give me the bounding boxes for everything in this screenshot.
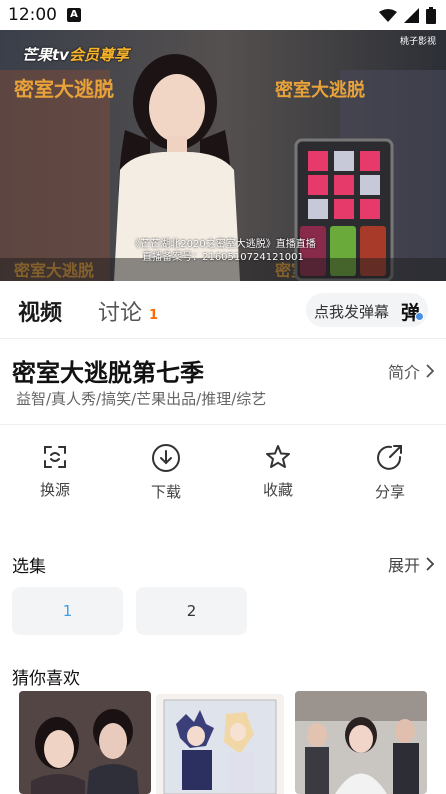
content-tabs: 视频 讨论 1 点我发弹幕 弹 [0, 281, 446, 339]
logo-suffix: 会员尊享 [68, 46, 129, 64]
recommendations-header: 猜你喜欢 [12, 669, 80, 689]
tab-video[interactable]: 视频 [18, 295, 62, 327]
send-danmaku-button[interactable]: 点我发弹幕 弹 [306, 293, 428, 327]
expand-episodes-button[interactable]: 展开 [388, 552, 434, 576]
intro-label: 简介 [387, 363, 420, 382]
switch-source-button[interactable]: 换源 [15, 443, 95, 500]
recommendation-thumbnail-1[interactable] [19, 691, 151, 794]
tab-discuss[interactable]: 讨论 [98, 295, 142, 327]
favorite-button[interactable]: 收藏 [238, 443, 318, 500]
show-tags: 益智/真人秀/搞笑/芒果出品/推理/综艺 [16, 390, 267, 408]
danmaku-label: 点我发弹幕 [314, 303, 390, 321]
recommendation-thumbnail-3[interactable] [295, 691, 427, 794]
logo-prefix: 芒果tv [22, 46, 69, 64]
download-icon [152, 444, 180, 472]
video-subtitle-line2: 直播备案号：2160510724121001 [142, 252, 304, 263]
show-title: 密室大逃脱第七季 [12, 359, 204, 387]
svg-text:密室大逃脱: 密室大逃脱 [14, 77, 114, 101]
status-time: 12:00 [8, 5, 57, 25]
intro-link[interactable]: 简介 [388, 359, 434, 383]
discuss-count-badge: 1 [149, 308, 159, 323]
episodes-header: 选集 [12, 557, 46, 577]
star-icon [266, 445, 290, 468]
danmaku-status-dot [415, 312, 424, 321]
download-button[interactable]: 下载 [126, 443, 206, 502]
wifi-icon [379, 8, 397, 22]
status-icons [379, 7, 436, 24]
favorite-label: 收藏 [262, 481, 293, 499]
poster-image-1 [19, 691, 151, 794]
share-icon [377, 445, 402, 470]
share-button[interactable]: 分享 [350, 443, 430, 502]
notification-badge-icon: A [67, 8, 81, 22]
signal-icon [404, 8, 419, 23]
episode-button-1[interactable]: 1 [12, 587, 123, 635]
show-info: 密室大逃脱第七季 简介 益智/真人秀/搞笑/芒果出品/推理/综艺 [0, 339, 446, 425]
poster-image-3 [295, 691, 427, 794]
switch-source-label: 换源 [39, 481, 70, 499]
video-player[interactable]: 密室大逃脱 密室大逃脱 密室大逃脱 密室大逃脱 芒果tv会员尊享 桃子影视 《芒… [0, 30, 446, 281]
video-watermark: 桃子影视 [399, 37, 436, 47]
status-bar: 12:00 A [0, 0, 446, 30]
svg-text:密室大逃脱: 密室大逃脱 [275, 79, 365, 101]
poster-image-2 [156, 694, 284, 794]
switch-source-icon [44, 446, 66, 468]
battery-icon [426, 7, 436, 24]
download-label: 下载 [150, 483, 181, 501]
expand-label: 展开 [387, 556, 420, 575]
recommendation-thumbnail-2[interactable] [156, 694, 284, 794]
share-label: 分享 [374, 483, 405, 501]
episode-button-2[interactable]: 2 [136, 587, 247, 635]
chevron-right-icon [426, 364, 434, 378]
action-bar: 换源 下载 收藏 分享 [0, 425, 446, 515]
video-channel-logo: 芒果tv会员尊享 [22, 44, 129, 65]
chevron-right-icon [426, 557, 434, 571]
